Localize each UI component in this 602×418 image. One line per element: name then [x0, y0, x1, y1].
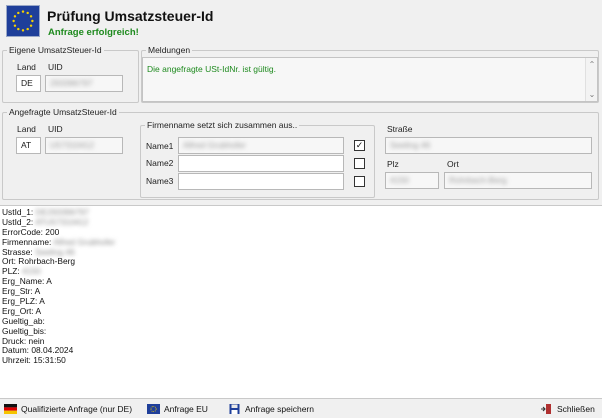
- name1-field[interactable]: Alfred Grubhofer: [178, 137, 344, 154]
- requested-land-label: Land: [17, 124, 36, 134]
- exit-door-icon: [540, 404, 553, 414]
- plz-value: 4150: [390, 175, 409, 185]
- company-name-legend: Firmenname setzt sich zusammen aus..: [145, 120, 300, 130]
- output-key: Datum:: [2, 345, 32, 356]
- name2-label: Name2: [146, 158, 174, 168]
- eu-request-label: Anfrage EU: [164, 404, 208, 414]
- output-key: Erg_PLZ:: [2, 296, 40, 307]
- output-key: Strasse:: [2, 246, 36, 257]
- footer-toolbar: Qualifizierte Anfrage (nur DE) Anfrage E…: [0, 399, 602, 418]
- output-key: Erg_Str:: [2, 286, 35, 297]
- scroll-down-icon[interactable]: ⌄: [586, 90, 598, 99]
- output-value: nein: [28, 335, 45, 346]
- output-value: 4150: [22, 266, 41, 277]
- name2-field[interactable]: [178, 155, 344, 172]
- ort-label: Ort: [447, 159, 459, 169]
- output-value: A: [39, 296, 45, 307]
- ort-field[interactable]: Rohrbach-Berg: [444, 172, 592, 189]
- output-value: DE293396797: [35, 207, 90, 217]
- output-value: A: [46, 276, 52, 287]
- header: Prüfung Umsatzsteuer-Id Anfrage erfolgre…: [0, 0, 602, 44]
- output-key: Ort:: [2, 256, 19, 267]
- save-request-label: Anfrage speichern: [245, 404, 314, 414]
- eu-flag-icon: [147, 404, 160, 414]
- eu-request-button[interactable]: Anfrage EU: [147, 402, 208, 416]
- output-value: ATU57310412: [35, 216, 89, 227]
- output-value: Rohrbach-Berg: [18, 256, 76, 267]
- own-land-field[interactable]: DE: [16, 75, 41, 92]
- output-line: Uhrzeit: 15:31:50: [2, 355, 115, 366]
- company-name-group: Firmenname setzt sich zusammen aus.. Nam…: [140, 120, 375, 198]
- name2-checkbox[interactable]: [354, 158, 365, 169]
- output-key: UstId_1:: [2, 207, 36, 217]
- output-value: A: [34, 286, 41, 297]
- plz-field[interactable]: 4150: [385, 172, 439, 189]
- messages-text: Die angefragte USt-IdNr. ist gültig.: [147, 64, 276, 74]
- requested-vat-id-legend: Angefragte UmsatzSteuer-Id: [7, 107, 119, 117]
- output-key: Uhrzeit:: [2, 355, 34, 366]
- output-key: Erg_Ort:: [2, 305, 36, 316]
- output-key: Gueltig_ab:: [2, 315, 45, 326]
- plz-label: Plz: [387, 159, 399, 169]
- output-value: 200: [45, 226, 60, 237]
- name3-field[interactable]: [178, 173, 344, 190]
- qualified-request-label: Qualifizierte Anfrage (nur DE): [21, 404, 133, 414]
- ort-value: Rohrbach-Berg: [449, 175, 507, 185]
- name1-label: Name1: [146, 141, 174, 151]
- own-uid-field[interactable]: 293396797: [45, 75, 123, 92]
- own-land-label: Land: [17, 62, 36, 72]
- requested-vat-id-group: Angefragte UmsatzSteuer-Id Land UID AT U…: [2, 107, 599, 200]
- save-request-button[interactable]: Anfrage speichern: [228, 402, 314, 416]
- own-vat-id-group: Eigene UmsatzSteuer-Id Land UID DE 29339…: [2, 45, 139, 103]
- own-uid-label: UID: [48, 62, 63, 72]
- messages-legend: Meldungen: [146, 45, 193, 55]
- street-value: Seeling 46: [390, 140, 431, 150]
- requested-uid-label: UID: [48, 124, 63, 134]
- output-key: Firmenname:: [2, 236, 54, 247]
- requested-uid-value: U57310412: [50, 140, 94, 150]
- output-key: UstId_2:: [2, 216, 36, 227]
- qualified-request-button[interactable]: Qualifizierte Anfrage (nur DE): [4, 402, 132, 416]
- own-vat-id-legend: Eigene UmsatzSteuer-Id: [7, 45, 104, 55]
- name1-value: Alfred Grubhofer: [183, 140, 246, 150]
- output-key: ErrorCode:: [2, 226, 46, 237]
- response-lines: UstId_1: DE293396797 UstId_2: ATU57310412…: [2, 207, 116, 366]
- name3-label: Name3: [146, 176, 174, 186]
- eu-flag-icon: [6, 5, 40, 37]
- output-key: Erg_Name:: [2, 276, 47, 287]
- street-field[interactable]: Seeling 46: [385, 137, 592, 154]
- app-title: Prüfung Umsatzsteuer-Id: [47, 8, 214, 24]
- germany-flag-icon: [4, 404, 17, 414]
- street-label: Straße: [387, 124, 413, 134]
- floppy-disk-icon: [228, 404, 241, 414]
- status-message: Anfrage erfolgreich!: [48, 27, 139, 38]
- response-output[interactable]: UstId_1: DE293396797 UstId_2: ATU57310412…: [0, 205, 602, 399]
- requested-land-field[interactable]: AT: [16, 137, 41, 154]
- own-uid-value: 293396797: [50, 78, 93, 88]
- scroll-up-icon[interactable]: ⌃: [586, 60, 598, 69]
- output-key: Gueltig_bis:: [2, 325, 47, 336]
- output-key: Druck:: [2, 335, 29, 346]
- name3-checkbox[interactable]: [354, 176, 365, 187]
- output-value: A: [35, 305, 42, 316]
- requested-uid-field[interactable]: U57310412: [45, 137, 123, 154]
- output-value: 15:31:50: [33, 355, 66, 366]
- output-value: 08.04.2024: [31, 345, 74, 356]
- output-value: Alfred Grubhofer: [53, 236, 116, 247]
- messages-box[interactable]: Die angefragte USt-IdNr. ist gültig. ⌃ ⌄: [142, 57, 598, 102]
- messages-group: Meldungen Die angefragte USt-IdNr. ist g…: [141, 45, 599, 103]
- close-label: Schließen: [557, 404, 595, 414]
- output-key: PLZ:: [2, 266, 23, 277]
- close-button[interactable]: Schließen: [540, 402, 595, 416]
- output-value: Seeling 46: [35, 246, 75, 257]
- messages-scrollbar[interactable]: ⌃ ⌄: [585, 58, 597, 101]
- name1-checkbox[interactable]: ✓: [354, 140, 365, 151]
